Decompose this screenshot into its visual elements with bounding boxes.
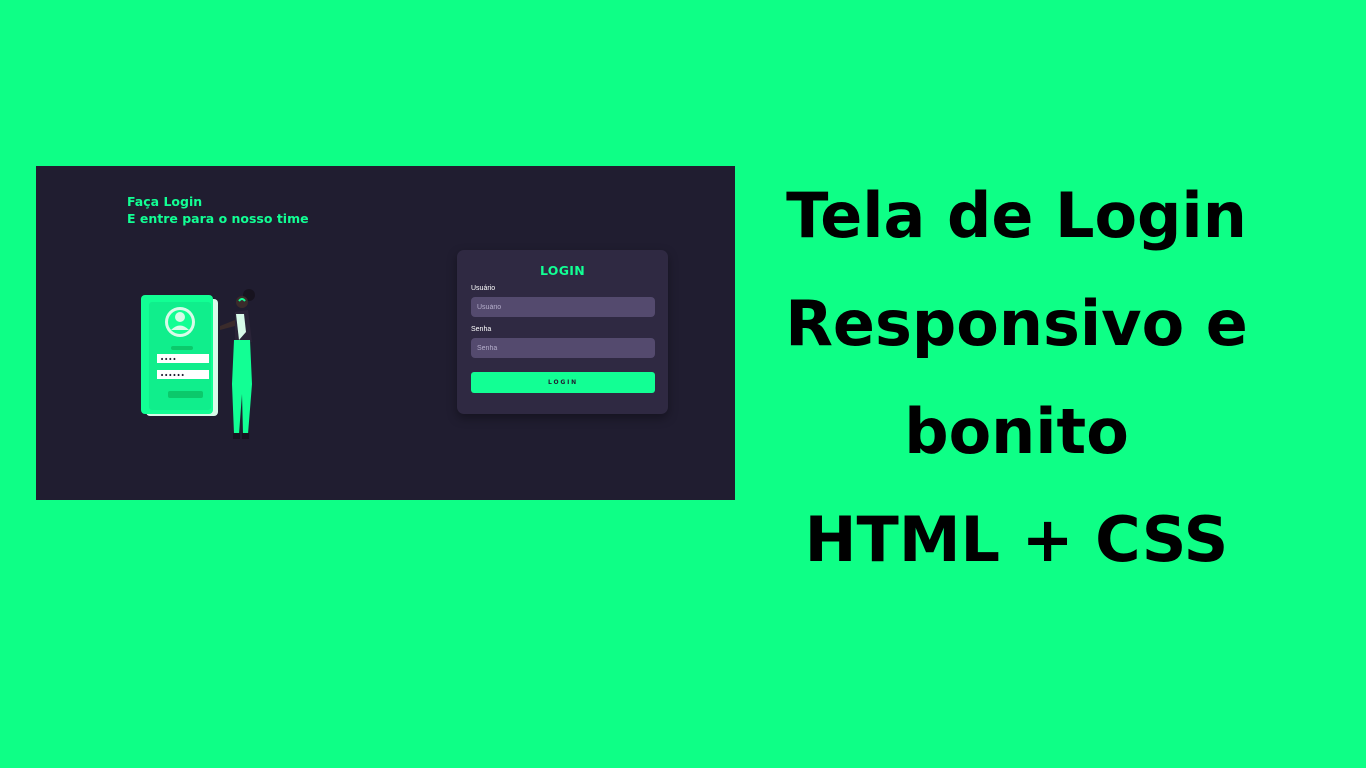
title-line-4: HTML + CSS (804, 503, 1229, 576)
username-input[interactable] (471, 297, 655, 317)
login-card: LOGIN Usuário Senha LOGIN (457, 250, 668, 414)
password-input[interactable] (471, 338, 655, 358)
title-line-1: Tela de Login (786, 179, 1247, 252)
thumbnail-title: Tela de Login Responsivo e bonito HTML +… (735, 162, 1298, 594)
phone-field-1-dots: •••• (160, 356, 177, 364)
phone-submit-bar (168, 391, 203, 398)
login-illustration: •••• •••••• (141, 289, 255, 439)
headline-line-1: Faça Login (127, 194, 203, 209)
title-line-2: Responsivo e (785, 287, 1248, 360)
headline-line-2: E entre para o nosso time (127, 211, 309, 226)
woman-figure (220, 289, 255, 439)
username-label: Usuário (471, 285, 496, 292)
name-bar (171, 346, 193, 350)
login-title: LOGIN (539, 263, 586, 278)
login-page-screenshot: Faça Login E entre para o nosso time •••… (36, 166, 735, 500)
title-line-3: bonito (904, 395, 1129, 468)
phone-field-2-dots: •••••• (160, 372, 185, 380)
password-label: Senha (471, 326, 492, 333)
login-button[interactable]: LOGIN (471, 372, 655, 393)
avatar-head (175, 312, 185, 322)
headline: Faça Login E entre para o nosso time (127, 193, 309, 227)
